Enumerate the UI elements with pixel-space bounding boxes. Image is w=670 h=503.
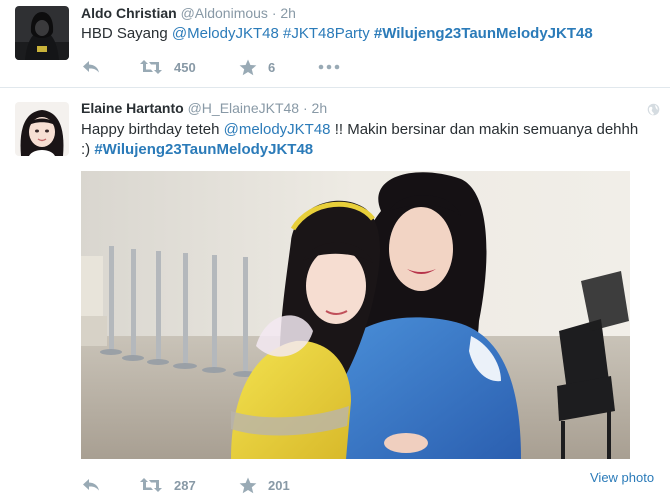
star-icon xyxy=(239,59,257,75)
reply-button[interactable] xyxy=(81,57,101,77)
favorite-count: 6 xyxy=(268,59,276,75)
more-icon xyxy=(318,64,340,70)
text-plain: Happy birthday teteh xyxy=(81,121,224,138)
separator: · xyxy=(271,5,277,21)
hashtag-link[interactable]: #Wilujeng23TaunMelodyJKT48 xyxy=(94,141,313,158)
avatar-elaine-hartanto[interactable] xyxy=(15,102,69,156)
tweet-header: Aldo Christian @Aldonimous · 2h xyxy=(81,4,296,22)
star-icon xyxy=(239,477,257,493)
hashtag-link[interactable]: #JKT48Party xyxy=(283,25,370,42)
username[interactable]: @H_ElaineJKT48 xyxy=(188,100,300,116)
retweet-button[interactable]: 450 xyxy=(139,57,196,77)
timestamp[interactable]: 2h xyxy=(280,5,296,21)
globe-icon xyxy=(647,103,660,116)
mention-link[interactable]: @melodyJKT48 xyxy=(224,121,331,138)
fullname[interactable]: Elaine Hartanto xyxy=(81,100,184,116)
favorite-button[interactable]: 6 xyxy=(239,57,275,77)
retweet-count: 450 xyxy=(174,59,196,75)
hashtag-link[interactable]: #Wilujeng23TaunMelodyJKT48 xyxy=(374,25,593,42)
tweet-elaine-hartanto[interactable]: Elaine Hartanto @H_ElaineJKT48 · 2h Happ… xyxy=(0,89,670,503)
fullname[interactable]: Aldo Christian xyxy=(81,5,177,21)
tweet-text: Happy birthday teteh @melodyJKT48 !! Mak… xyxy=(81,120,651,160)
text-plain: HBD Sayang xyxy=(81,25,172,42)
username[interactable]: @Aldonimous xyxy=(181,5,268,21)
retweet-button[interactable]: 287 xyxy=(139,475,196,495)
mention-link[interactable]: @MelodyJKT48 xyxy=(172,25,279,42)
reply-icon xyxy=(83,61,99,73)
retweet-icon xyxy=(140,478,162,492)
favorite-count: 201 xyxy=(268,477,290,493)
tweet-header: Elaine Hartanto @H_ElaineJKT48 · 2h xyxy=(81,99,327,117)
timestamp[interactable]: 2h xyxy=(312,100,328,116)
view-photo-link[interactable]: View photo xyxy=(590,470,654,485)
favorite-button[interactable]: 201 xyxy=(239,475,290,495)
separator: · xyxy=(302,100,308,116)
tweet-text: HBD Sayang @MelodyJKT48 #JKT48Party #Wil… xyxy=(81,24,656,44)
tweet-aldo-christian[interactable]: Aldo Christian @Aldonimous · 2h HBD Saya… xyxy=(0,0,670,88)
retweet-icon xyxy=(140,60,162,74)
avatar-aldo-christian[interactable] xyxy=(15,6,69,60)
tweet-photo[interactable] xyxy=(81,171,630,459)
retweet-count: 287 xyxy=(174,477,196,493)
reply-button[interactable] xyxy=(81,475,101,495)
reply-icon xyxy=(83,479,99,491)
more-button[interactable] xyxy=(318,57,340,77)
